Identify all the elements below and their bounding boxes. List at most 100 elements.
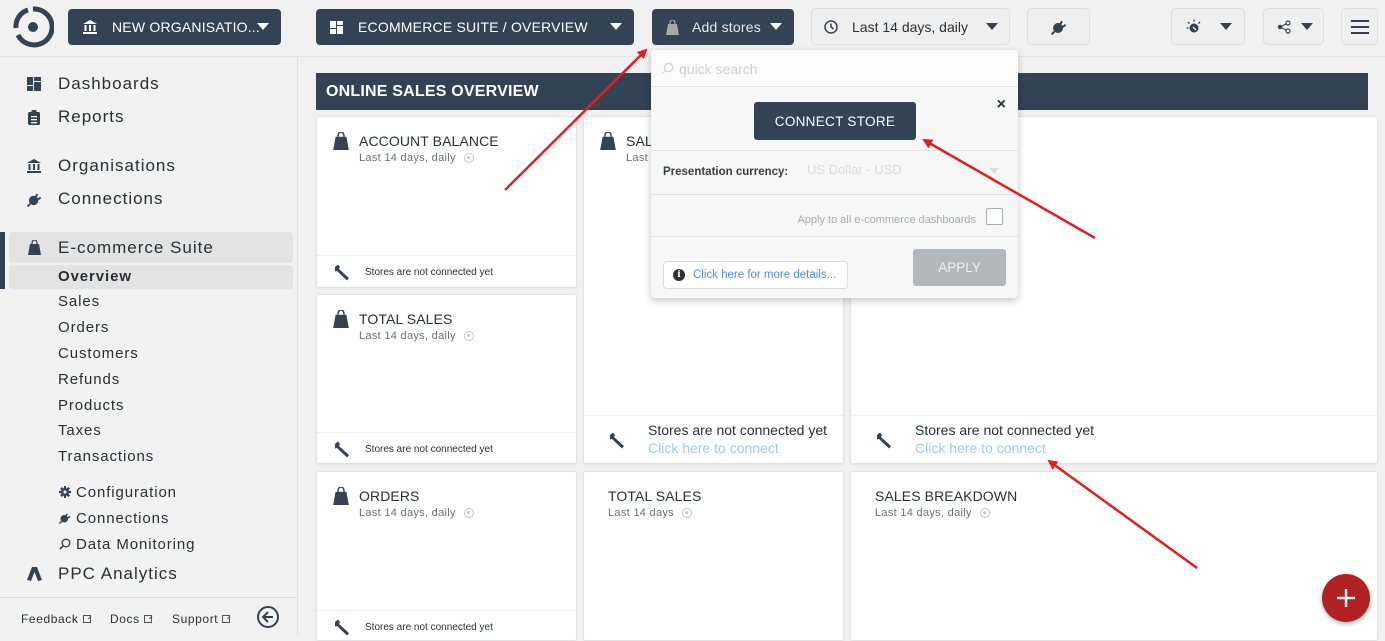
- chevron-down-icon: [257, 23, 269, 30]
- divider: [651, 150, 1018, 151]
- connect-link[interactable]: Click here to connect: [915, 440, 1046, 456]
- widget-total-sales[interactable]: TOTAL SALES Last 14 days, daily Stores a…: [316, 294, 577, 464]
- more-details-label: Click here for more details...: [693, 269, 837, 281]
- sidebar-item-ppc-analytics[interactable]: PPC Analytics: [0, 559, 298, 589]
- docs-link[interactable]: Docs: [110, 612, 152, 626]
- more-details-link[interactable]: i Click here for more details...: [663, 261, 848, 289]
- widget-title: TOTAL SALES: [359, 311, 453, 327]
- widget-sales-breakdown[interactable]: SALES BREAKDOWN Last 14 days, daily: [850, 471, 1378, 641]
- widget-total-sales-summary[interactable]: TOTAL SALES Last 14 days: [583, 471, 844, 641]
- active-indicator: [0, 232, 5, 289]
- share-button[interactable]: [1263, 8, 1324, 45]
- bulb-icon: [1186, 19, 1202, 35]
- sidebar-tool-data-monitoring[interactable]: Data Monitoring: [58, 533, 195, 555]
- connections-button[interactable]: [1027, 8, 1090, 45]
- sidebar-tool-label: Configuration: [76, 483, 177, 501]
- sidebar-subitem-customers[interactable]: Customers: [58, 343, 139, 365]
- add-stores-label: Add stores: [692, 19, 761, 35]
- ads-icon: [26, 566, 42, 582]
- scrollbar[interactable]: [1380, 57, 1385, 636]
- sidebar-tool-label: Data Monitoring: [76, 535, 196, 553]
- sidebar-subitem-orders[interactable]: Orders: [58, 317, 109, 339]
- chevron-down-icon: [610, 23, 622, 30]
- connect-link[interactable]: Click here to connect: [648, 440, 779, 456]
- sidebar-subitem-products[interactable]: Products: [58, 395, 124, 417]
- external-link-icon: [82, 615, 91, 623]
- apply-button[interactable]: APPLY: [913, 249, 1006, 286]
- sidebar-subitem-refunds[interactable]: Refunds: [58, 369, 120, 391]
- widget-orders[interactable]: ORDERS Last 14 days, daily Stores are no…: [316, 471, 577, 641]
- widget-title: SAL: [626, 133, 653, 149]
- app-logo[interactable]: [12, 6, 54, 48]
- connect-store-button[interactable]: CONNECT STORE: [754, 102, 916, 140]
- add-stores-selector[interactable]: Add stores: [652, 9, 794, 45]
- dashboard-grid-icon: [328, 19, 344, 35]
- sidebar-tool-label: Connections: [76, 509, 170, 527]
- main-menu-button[interactable]: [1341, 8, 1378, 45]
- shopping-bag-icon: [333, 310, 349, 328]
- share-icon: [1277, 19, 1291, 34]
- sync-status-icon: [681, 508, 692, 518]
- collapse-sidebar-button[interactable]: [257, 606, 279, 628]
- sidebar-subitem-sales[interactable]: Sales: [58, 291, 100, 313]
- sidebar-item-connections[interactable]: Connections: [0, 184, 298, 214]
- bank-icon: [82, 19, 98, 35]
- organisation-label: NEW ORGANISATIO...: [112, 19, 261, 35]
- wrench-icon: [335, 264, 349, 280]
- chevron-down-icon: [986, 23, 998, 30]
- chevron-down-icon: [1220, 23, 1232, 30]
- support-link[interactable]: Support: [172, 612, 231, 626]
- widget-title: ORDERS: [359, 488, 420, 504]
- sidebar-subitem-taxes[interactable]: Taxes: [58, 420, 102, 442]
- widget-footer: Stores are not connected yet Click here …: [851, 415, 1377, 463]
- bank-icon: [26, 158, 42, 174]
- widget-subtitle: Last 14 days: [608, 507, 692, 519]
- quick-search-input[interactable]: [679, 58, 999, 80]
- sidebar-item-label: E-commerce Suite: [58, 237, 214, 257]
- search-icon: [58, 538, 71, 551]
- sidebar-item-label: PPC Analytics: [58, 564, 178, 583]
- theme-button[interactable]: [1171, 8, 1245, 45]
- widget-footer: Stores are not connected yet: [317, 432, 576, 463]
- sidebar: Dashboards Reports Organisations Connect…: [0, 57, 298, 636]
- hamburger-icon: [1350, 19, 1369, 34]
- currency-select[interactable]: US Dollar - USD: [807, 162, 1007, 182]
- wrench-icon: [335, 619, 349, 635]
- sidebar-item-ecommerce-suite[interactable]: E-commerce Suite: [9, 232, 293, 263]
- widget-title: TOTAL SALES: [608, 488, 702, 504]
- dashboard-grid-icon: [26, 76, 42, 92]
- external-link-icon: [222, 615, 231, 623]
- sidebar-item-dashboards[interactable]: Dashboards: [0, 69, 298, 99]
- not-connected-message: Stores are not connected yet: [365, 444, 493, 455]
- close-icon[interactable]: ×: [997, 96, 1006, 114]
- clipboard-icon: [26, 109, 42, 125]
- apply-all-checkbox[interactable]: [986, 208, 1003, 225]
- feedback-link[interactable]: Feedback: [21, 612, 91, 626]
- plug-icon: [58, 512, 71, 525]
- sidebar-tool-configuration[interactable]: Configuration: [58, 481, 177, 503]
- currency-label: Presentation currency:: [663, 166, 789, 178]
- search-icon: [661, 62, 674, 75]
- sidebar-item-label: Reports: [58, 107, 125, 126]
- dashboard-selector[interactable]: ECOMMERCE SUITE / OVERVIEW: [316, 9, 634, 45]
- top-bar: NEW ORGANISATIO... ECOMMERCE SUITE / OVE…: [0, 0, 1385, 57]
- widget-footer: Stores are not connected yet: [317, 610, 576, 640]
- currency-value: US Dollar - USD: [807, 162, 902, 177]
- widget-subtitle: Last 14 days, daily: [359, 507, 474, 519]
- sidebar-subitem-transactions[interactable]: Transactions: [58, 446, 154, 468]
- sidebar-item-reports[interactable]: Reports: [0, 102, 298, 132]
- not-connected-message: Stores are not connected yet: [365, 622, 493, 633]
- organisation-selector[interactable]: NEW ORGANISATIO...: [68, 9, 281, 45]
- date-range-selector[interactable]: Last 14 days, daily: [811, 8, 1010, 45]
- divider: [651, 236, 1018, 237]
- add-widget-button[interactable]: [1322, 574, 1370, 622]
- widget-subtitle: Last 14 days, daily: [359, 330, 474, 342]
- sidebar-item-label: Organisations: [58, 156, 176, 175]
- sidebar-item-label: Dashboards: [58, 74, 160, 93]
- sidebar-tool-connections[interactable]: Connections: [58, 507, 169, 529]
- sidebar-subitem-overview[interactable]: Overview: [9, 265, 293, 289]
- widget-account-balance[interactable]: ACCOUNT BALANCE Last 14 days, daily Stor…: [316, 116, 577, 288]
- not-connected-message: Stores are not connected yet: [648, 422, 827, 438]
- sidebar-item-organisations[interactable]: Organisations: [0, 151, 298, 181]
- sync-status-icon: [463, 153, 474, 163]
